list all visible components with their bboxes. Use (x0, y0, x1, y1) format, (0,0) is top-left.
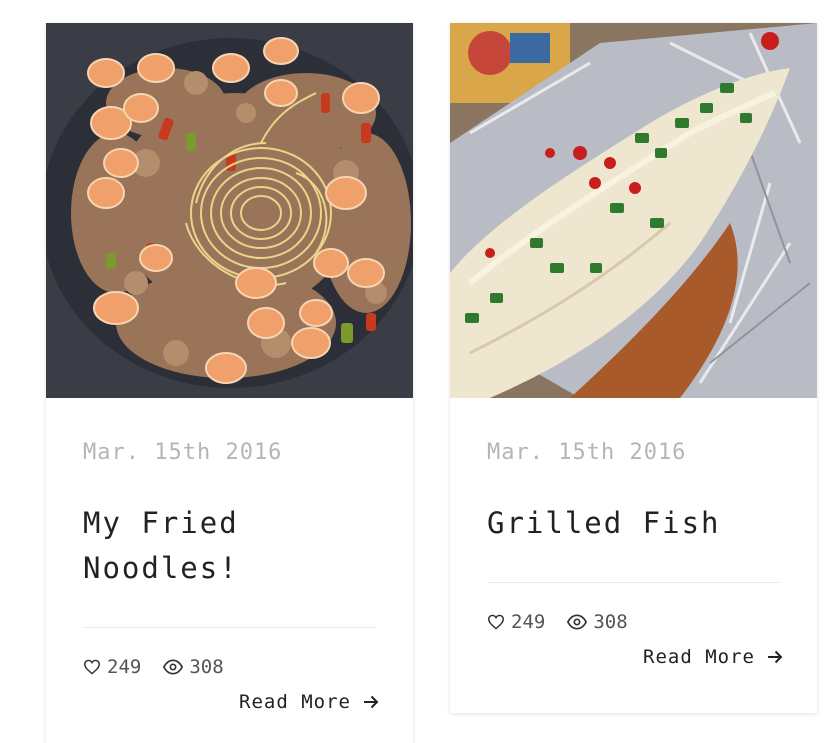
heart-icon (83, 659, 101, 675)
view-count: 308 (567, 611, 628, 633)
post-title[interactable]: My Fried Noodles! (83, 501, 383, 591)
read-more-link[interactable]: Read More (643, 646, 783, 668)
eye-icon (163, 659, 184, 675)
view-count-value: 308 (189, 656, 224, 678)
divider (83, 627, 376, 628)
post-date: Mar. 15th 2016 (83, 440, 283, 465)
post-image-grilled-fish[interactable] (450, 23, 817, 398)
read-more-label: Read More (239, 691, 351, 713)
post-image-fried-noodles[interactable] (46, 23, 413, 398)
like-count-value: 249 (107, 656, 142, 678)
noodles-photo (46, 23, 413, 398)
like-count-value: 249 (511, 611, 546, 633)
post-title[interactable]: Grilled Fish (487, 501, 787, 546)
post-card-grilled-fish[interactable]: Mar. 15th 2016 Grilled Fish 249 308 Read… (450, 23, 817, 713)
arrow-right-icon (768, 650, 783, 664)
eye-icon (567, 614, 588, 630)
read-more-link[interactable]: Read More (239, 691, 379, 713)
divider (487, 582, 780, 583)
post-stats: 249 308 (487, 611, 650, 633)
heart-icon (487, 614, 505, 630)
like-count[interactable]: 249 (83, 656, 141, 678)
post-card-fried-noodles[interactable]: Mar. 15th 2016 My Fried Noodles! 249 308… (46, 23, 413, 743)
view-count-value: 308 (593, 611, 628, 633)
view-count: 308 (163, 656, 224, 678)
like-count[interactable]: 249 (487, 611, 545, 633)
post-date: Mar. 15th 2016 (487, 440, 687, 465)
post-stats: 249 308 (83, 656, 246, 678)
read-more-label: Read More (643, 646, 755, 668)
arrow-right-icon (364, 695, 379, 709)
grilled-fish-photo (450, 23, 817, 398)
